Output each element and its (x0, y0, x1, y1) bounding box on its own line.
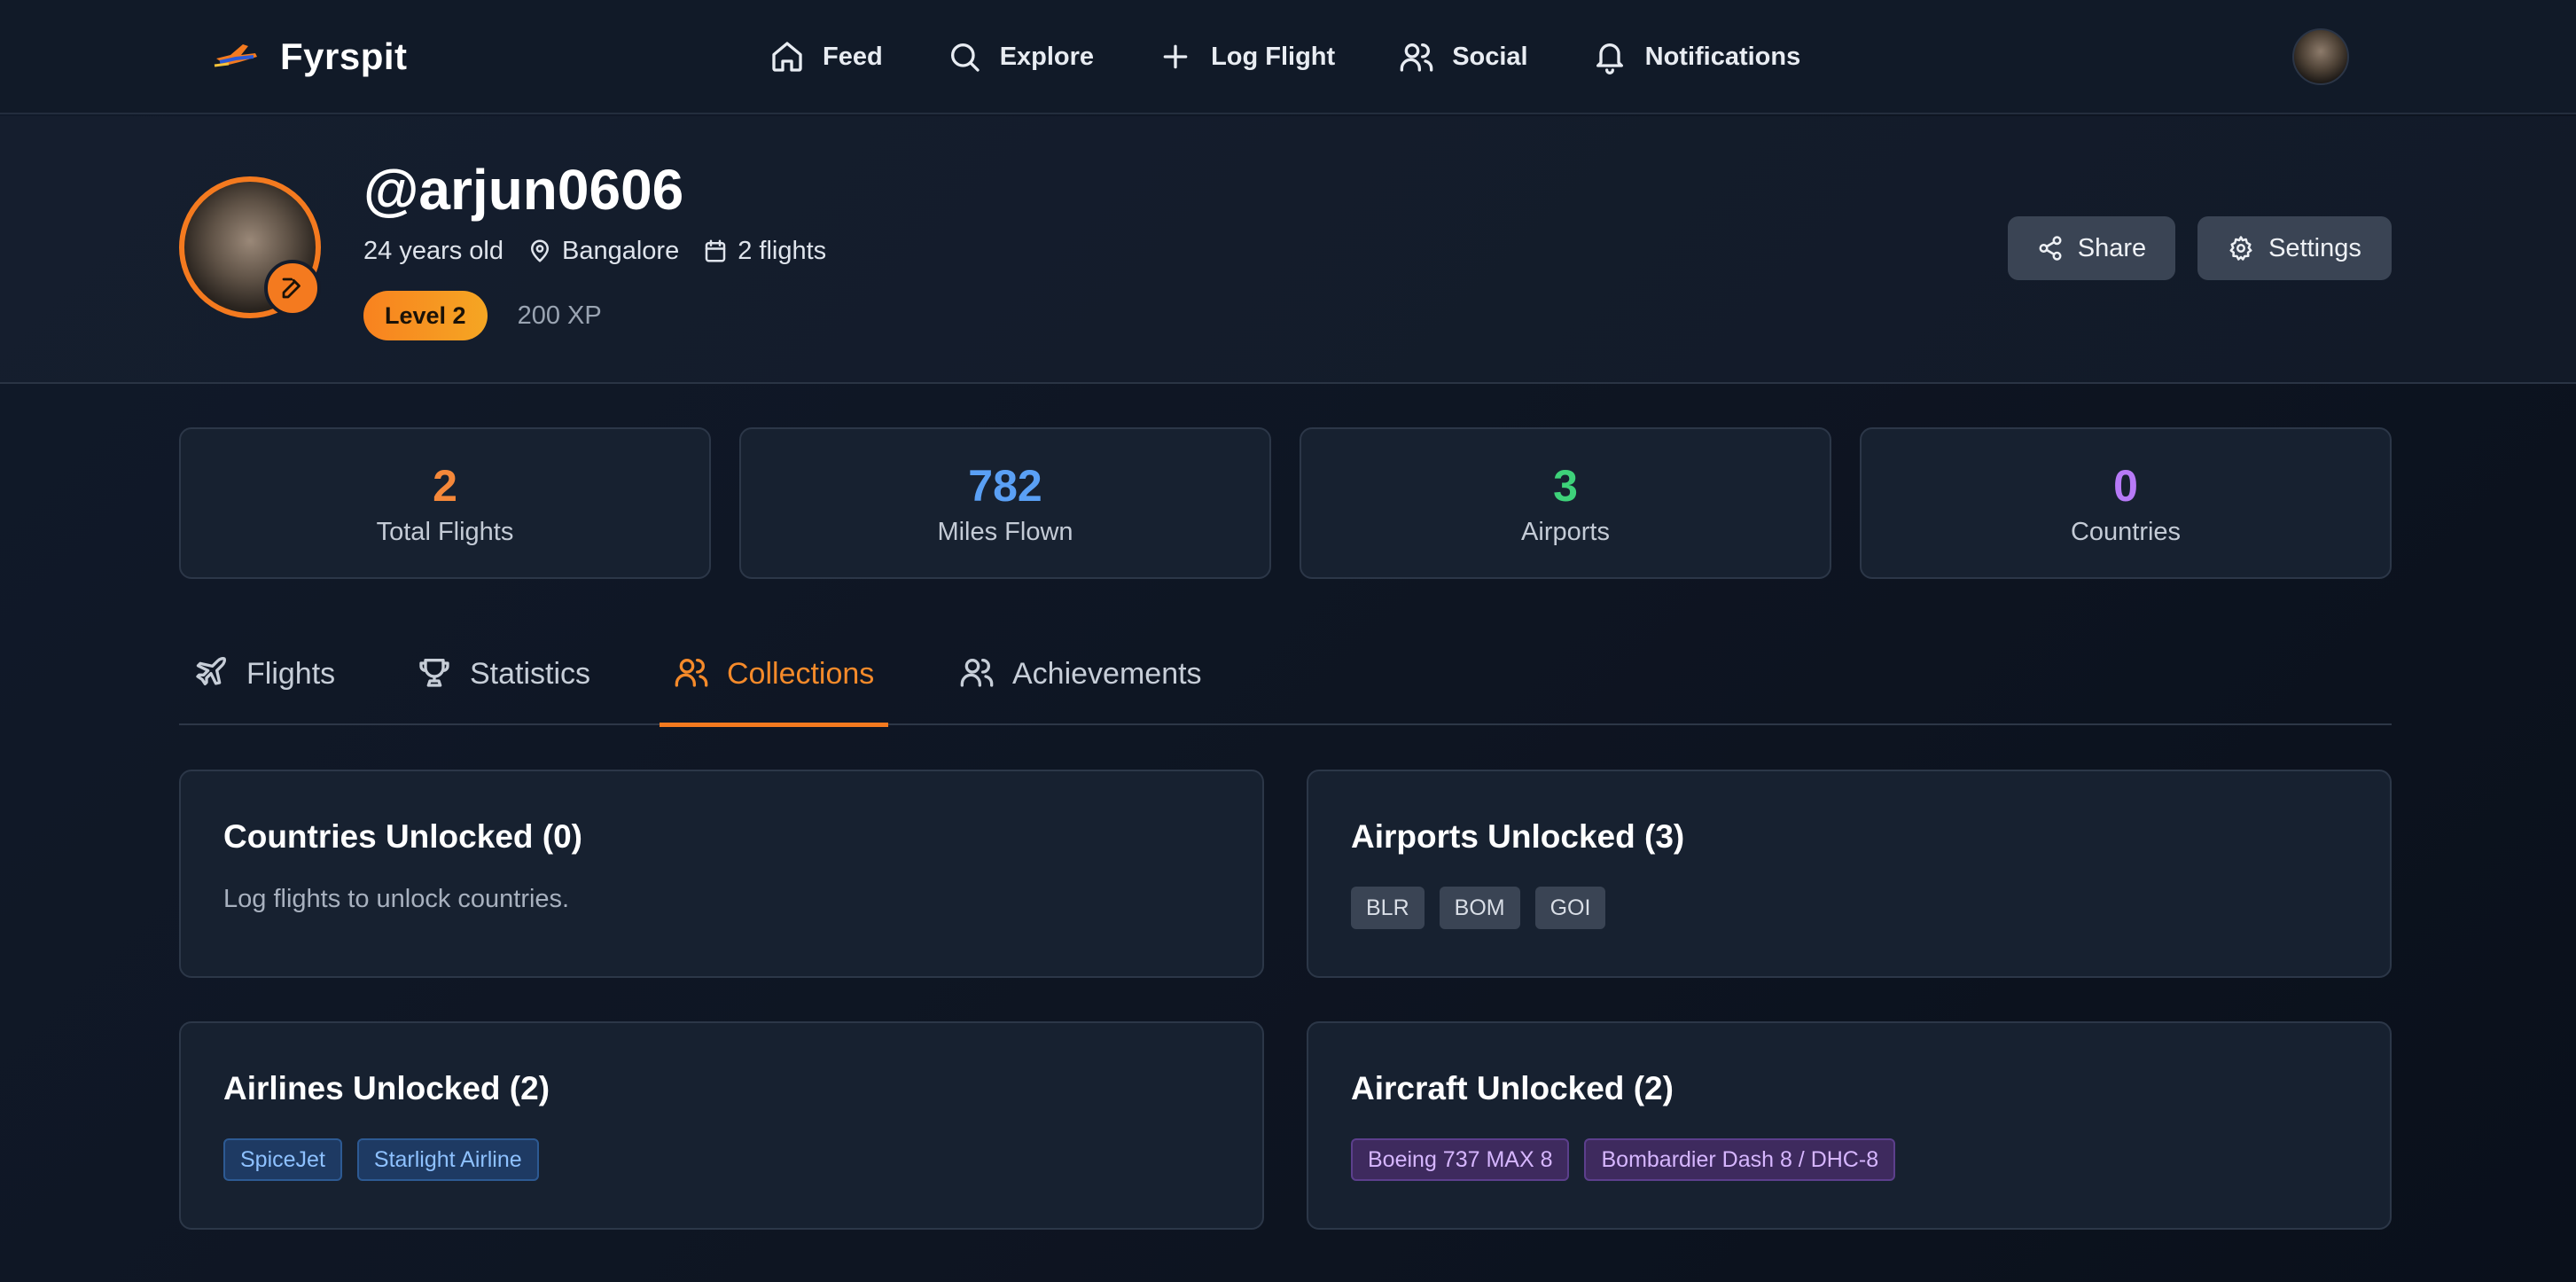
level-row: Level 2 200 XP (363, 291, 602, 340)
profile-username: @arjun0606 (363, 158, 684, 222)
nav-feed-label: Feed (823, 42, 883, 71)
stat-total-flights: 2 Total Flights (179, 427, 711, 579)
stat-label: Total Flights (376, 518, 514, 546)
aircraft-chip[interactable]: Bombardier Dash 8 / DHC-8 (1584, 1138, 1896, 1181)
share-label: Share (2077, 233, 2147, 262)
level-badge: Level 2 (363, 291, 488, 340)
tab-achievements[interactable]: Achievements (959, 651, 1202, 725)
map-pin-icon (531, 239, 549, 262)
airport-chip[interactable]: GOI (1534, 887, 1606, 929)
stat-label: Miles Flown (937, 518, 1073, 546)
tab-statistics[interactable]: Statistics (417, 651, 590, 725)
brand[interactable]: Fyrspit (213, 32, 408, 82)
stat-value: 2 (433, 461, 457, 511)
aircraft-chip[interactable]: Boeing 737 MAX 8 (1351, 1138, 1570, 1181)
nav-social[interactable]: Social (1399, 39, 1528, 74)
plane-icon (196, 657, 226, 685)
airline-chips: SpiceJet Starlight Airline (223, 1138, 1262, 1181)
tab-collections-label: Collections (727, 657, 875, 691)
calendar-icon (705, 239, 726, 262)
card-title: Airlines Unlocked (2) (223, 1070, 550, 1106)
users-icon (960, 659, 994, 687)
edit-avatar-button[interactable] (264, 260, 321, 317)
stat-airports: 3 Airports (1300, 427, 1831, 579)
countries-unlocked-card: Countries Unlocked (0) Log flights to un… (179, 770, 1264, 978)
edit-icon (282, 278, 301, 299)
nav-explore-label: Explore (999, 42, 1095, 71)
tab-achievements-label: Achievements (1012, 657, 1202, 691)
airport-chips: BLR BOM GOI (1351, 887, 2390, 929)
card-title: Countries Unlocked (0) (223, 818, 582, 855)
main-nav: Feed Explore Log Flight Social Notificat… (769, 34, 1800, 80)
profile-meta: 24 years old Bangalore 2 flights (363, 235, 849, 267)
aircraft-unlocked-card: Aircraft Unlocked (2) Boeing 737 MAX 8 B… (1307, 1021, 2392, 1230)
settings-button[interactable]: Settings (2197, 216, 2392, 280)
airport-chip[interactable]: BOM (1439, 887, 1520, 929)
share-button[interactable]: Share (2008, 216, 2175, 280)
tab-flights-label: Flights (246, 657, 336, 691)
stat-label: Countries (2070, 518, 2182, 546)
stat-miles-flown: 782 Miles Flown (739, 427, 1271, 579)
profile-tabs: Flights Statistics Collections Achieveme… (179, 651, 2392, 727)
profile-flights-text: 2 flights (738, 236, 827, 265)
settings-label: Settings (2268, 233, 2361, 262)
airports-unlocked-card: Airports Unlocked (3) BLR BOM GOI (1307, 770, 2392, 978)
empty-message: Log flights to unlock countries. (223, 885, 570, 913)
users-icon (1400, 43, 1433, 72)
nav-notifications-label: Notifications (1644, 42, 1801, 71)
card-title: Aircraft Unlocked (2) (1351, 1070, 1674, 1106)
nav-social-label: Social (1452, 42, 1528, 71)
airline-chip[interactable]: SpiceJet (223, 1138, 342, 1181)
profile-header: @arjun0606 24 years old Bangalore 2 flig… (0, 116, 2576, 384)
plane-logo-icon (214, 44, 257, 67)
stat-value: 0 (2113, 461, 2138, 511)
stat-countries: 0 Countries (1860, 427, 2392, 579)
airlines-unlocked-card: Airlines Unlocked (2) SpiceJet Starlight… (179, 1021, 1264, 1230)
nav-feed[interactable]: Feed (769, 39, 883, 74)
stat-label: Airports (1521, 518, 1610, 546)
tab-statistics-label: Statistics (470, 657, 591, 691)
home-icon (772, 42, 802, 72)
nav-log-flight-label: Log Flight (1211, 42, 1336, 71)
profile-location: Bangalore (527, 237, 679, 266)
tab-flights[interactable]: Flights (193, 651, 335, 725)
airline-chip[interactable]: Starlight Airline (356, 1138, 539, 1181)
aircraft-chips: Boeing 737 MAX 8 Bombardier Dash 8 / DHC… (1351, 1138, 2390, 1181)
airport-chip[interactable]: BLR (1351, 887, 1425, 929)
trophy-icon (419, 659, 449, 687)
users-icon (675, 659, 708, 687)
user-avatar[interactable] (2292, 28, 2349, 85)
stat-value: 3 (1553, 461, 1578, 511)
gear-icon (2229, 236, 2252, 261)
bell-icon (1596, 43, 1623, 74)
stat-value: 782 (968, 461, 1042, 511)
profile-avatar-wrap (179, 176, 321, 318)
profile-age-text: 24 years old (363, 236, 503, 265)
search-icon (950, 43, 980, 72)
profile-age: 24 years old (363, 237, 503, 266)
nav-log-flight[interactable]: Log Flight (1158, 39, 1335, 74)
nav-notifications[interactable]: Notifications (1592, 39, 1801, 74)
plus-icon (1163, 44, 1188, 69)
profile-flights: 2 flights (702, 237, 826, 266)
app-name: Fyrspit (280, 35, 408, 77)
nav-explore[interactable]: Explore (947, 39, 1094, 74)
xp-text: 200 XP (517, 301, 602, 330)
share-icon (2039, 236, 2062, 261)
tab-collections[interactable]: Collections (659, 651, 889, 727)
top-navbar: Fyrspit Feed Explore Log Flight Social N… (0, 0, 2576, 114)
profile-location-text: Bangalore (562, 236, 680, 265)
card-title: Airports Unlocked (3) (1351, 818, 1685, 855)
